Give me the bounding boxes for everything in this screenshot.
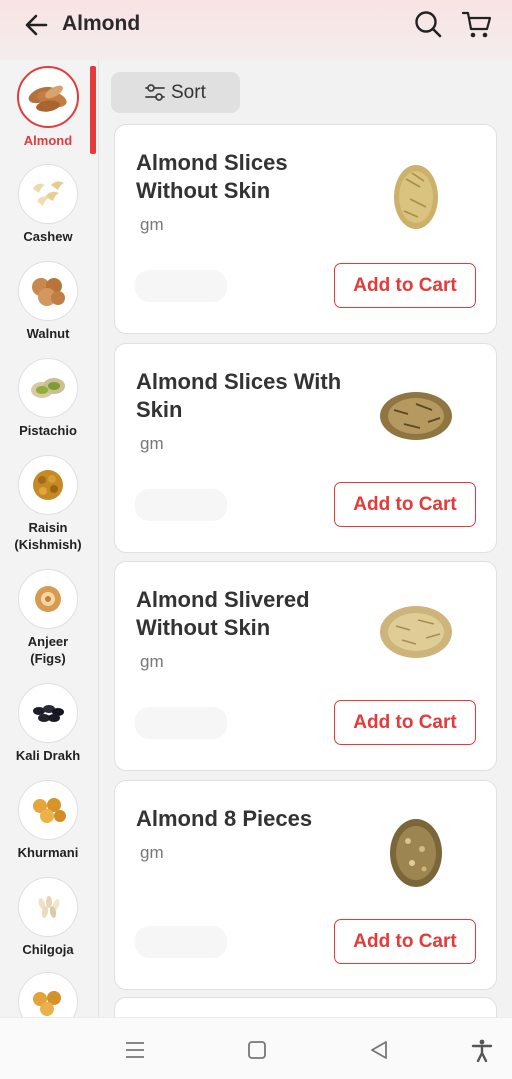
- walnut-image: [18, 261, 78, 321]
- price-placeholder: [135, 707, 227, 739]
- add-to-cart-button[interactable]: Add to Cart: [334, 263, 476, 308]
- almond-slices-skin-image: [380, 392, 452, 440]
- product-unit: gm: [140, 843, 164, 862]
- sidebar-item-label: Pistachio: [19, 423, 77, 438]
- page-title: Almond: [62, 12, 141, 35]
- arrow-left-icon[interactable]: [22, 10, 52, 40]
- pine-nut-image: [18, 877, 78, 937]
- sidebar-item-khurmani[interactable]: Khurmani: [0, 780, 96, 861]
- sidebar-item-label: Raisin (Kishmish): [14, 520, 82, 552]
- product-name: Almond Slices With Skin: [136, 369, 342, 422]
- price-placeholder: [135, 926, 227, 958]
- apricot-image: [18, 780, 78, 840]
- app-header: Almond: [0, 0, 512, 60]
- sidebar-item-walnut[interactable]: Walnut: [0, 261, 96, 342]
- product-card[interactable]: Almond Slices With Skin gm Add to Cart: [114, 343, 497, 553]
- sidebar-item-label: Kali Drakh: [15, 748, 81, 763]
- product-card[interactable]: Almond Slices Without Skin gm Add to Car…: [114, 124, 497, 334]
- accessibility-icon[interactable]: [470, 1038, 494, 1062]
- sort-label: Sort: [171, 81, 206, 103]
- black-raisin-image: [18, 683, 78, 743]
- menu-icon[interactable]: [123, 1038, 147, 1062]
- sort-button[interactable]: Sort: [111, 72, 240, 113]
- sidebar-item-anjeer[interactable]: Anjeer (Figs): [0, 569, 96, 667]
- raisin-image: [18, 455, 78, 515]
- system-navigation-bar: [0, 1017, 512, 1079]
- sidebar-item-label: Chilgoja: [22, 942, 74, 957]
- product-card[interactable]: Almond 8 Pieces gm Add to Cart: [114, 780, 497, 990]
- sidebar-item-raisin[interactable]: Raisin (Kishmish): [0, 455, 96, 553]
- search-icon[interactable]: [412, 8, 444, 40]
- sidebar-item-chilgoja[interactable]: Chilgoja: [0, 877, 96, 958]
- sidebar-item-label: Khurmani: [17, 845, 79, 860]
- cart-icon[interactable]: [460, 8, 494, 40]
- product-unit: gm: [140, 434, 164, 453]
- price-placeholder: [135, 270, 227, 302]
- product-unit: gm: [140, 652, 164, 671]
- dry-fruit-image: [18, 972, 78, 1017]
- almond-pieces-image: [390, 819, 442, 887]
- sidebar-item-label: Walnut: [26, 326, 70, 341]
- price-placeholder: [135, 489, 227, 521]
- almond-slivered-image: [380, 606, 452, 658]
- fig-image: [18, 569, 78, 629]
- product-name: Almond Slivered Without Skin: [136, 587, 310, 640]
- home-square-icon[interactable]: [245, 1038, 269, 1062]
- product-name: Almond Slices Without Skin: [136, 150, 288, 203]
- cashew-image: [18, 164, 78, 224]
- sidebar-item-kali-drakh[interactable]: Kali Drakh: [0, 683, 96, 764]
- category-sidebar: Almond Cashew Walnut Pistachio Raisin (K…: [0, 60, 99, 1017]
- add-to-cart-button[interactable]: Add to Cart: [334, 482, 476, 527]
- sidebar-item-label: Anjeer (Figs): [27, 634, 69, 666]
- almond-image: [17, 66, 79, 128]
- back-triangle-icon[interactable]: [367, 1038, 391, 1062]
- sidebar-item-cashew[interactable]: Cashew: [0, 164, 96, 245]
- sidebar-item-more[interactable]: [0, 972, 96, 1017]
- add-to-cart-button[interactable]: Add to Cart: [334, 919, 476, 964]
- product-name: Almond 8 Pieces: [136, 806, 313, 831]
- sidebar-item-label: Cashew: [23, 229, 73, 244]
- add-to-cart-button[interactable]: Add to Cart: [334, 700, 476, 745]
- pistachio-image: [18, 358, 78, 418]
- sidebar-item-label: Almond: [23, 133, 73, 148]
- product-unit: gm: [140, 215, 164, 234]
- product-card[interactable]: Almond Slivered Without Skin gm Add to C…: [114, 561, 497, 771]
- almond-slices-image: [394, 165, 438, 229]
- sidebar-item-almond[interactable]: Almond: [0, 66, 96, 149]
- sliders-icon: [145, 84, 165, 101]
- sidebar-item-pistachio[interactable]: Pistachio: [0, 358, 96, 439]
